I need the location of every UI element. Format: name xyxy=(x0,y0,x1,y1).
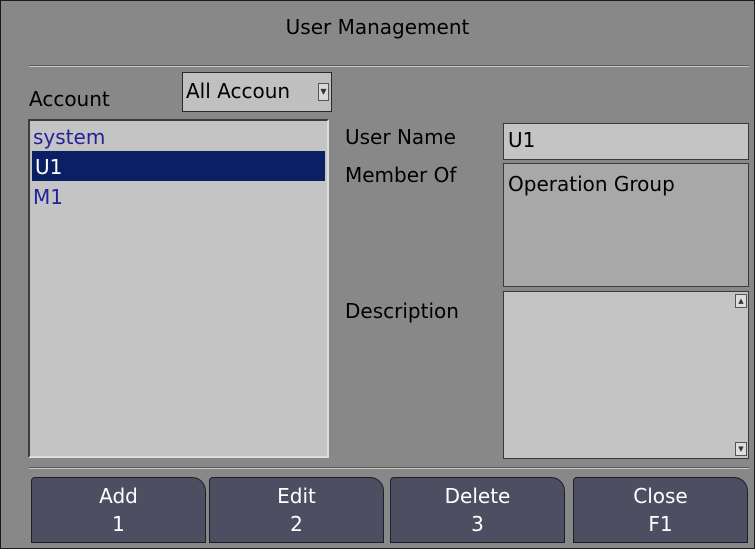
chevron-down-icon[interactable]: ▼ xyxy=(318,83,329,101)
delete-button-label: Delete xyxy=(444,484,511,508)
user-name-label: User Name xyxy=(345,125,456,149)
add-button-label: Add xyxy=(99,484,138,508)
user-list-item[interactable]: system xyxy=(30,121,327,151)
member-of-label: Member Of xyxy=(345,163,457,187)
add-button[interactable]: Add 1 xyxy=(31,477,206,543)
user-management-dialog: User Management Account All Accoun ▼ sys… xyxy=(0,0,755,549)
arrow-up-icon[interactable]: ▲ xyxy=(735,294,747,308)
title-divider xyxy=(29,65,749,67)
footer-divider xyxy=(29,467,749,469)
user-list-item-selected[interactable]: U1 xyxy=(32,151,325,181)
edit-button-label: Edit xyxy=(277,484,316,508)
arrow-down-icon[interactable]: ▼ xyxy=(735,442,747,456)
description-field[interactable]: ▲ ▼ xyxy=(503,291,749,459)
user-name-field[interactable]: U1 xyxy=(503,123,749,160)
account-label: Account xyxy=(29,87,110,111)
member-of-field[interactable]: Operation Group xyxy=(503,163,749,287)
add-button-key: 1 xyxy=(112,512,125,536)
user-list[interactable]: system U1 M1 xyxy=(28,119,329,458)
delete-button-key: 3 xyxy=(471,512,484,536)
description-label: Description xyxy=(345,299,459,323)
close-button[interactable]: Close F1 xyxy=(573,477,748,543)
edit-button-key: 2 xyxy=(290,512,303,536)
account-filter-select[interactable]: All Accoun ▼ xyxy=(182,72,332,112)
close-button-label: Close xyxy=(633,484,688,508)
dialog-title: User Management xyxy=(285,15,470,39)
account-filter-value: All Accoun xyxy=(186,79,291,103)
delete-button[interactable]: Delete 3 xyxy=(390,477,565,543)
edit-button[interactable]: Edit 2 xyxy=(209,477,384,543)
close-button-key: F1 xyxy=(648,512,673,536)
user-list-item[interactable]: M1 xyxy=(30,181,327,211)
